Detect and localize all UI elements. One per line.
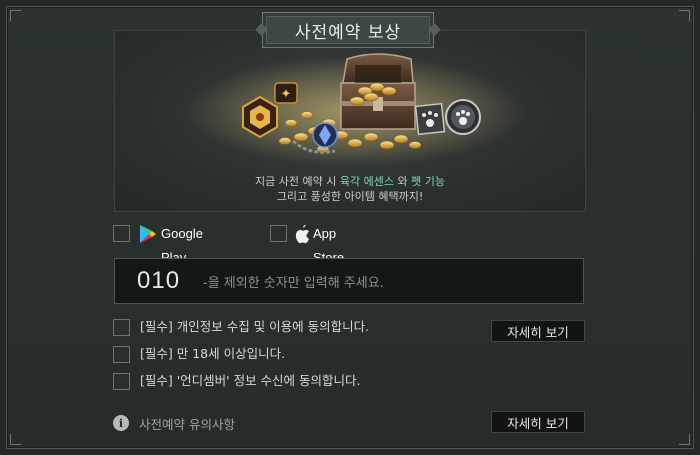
banner-text-line1: 지금 사전 예약 시 육각 에센스 와 펫 기능 [115,173,585,189]
banner-text: 와 [393,175,412,188]
phone-prefix: 010 [137,267,181,294]
pet-medal-icon [445,99,481,135]
banner-text-line2: 그리고 풍성한 아이템 혜택까지! [276,190,424,203]
notice-label: 사전예약 유의사항 [139,417,235,432]
reward-banner: ✦ 지금 사전 예약 시 육각 에센스 와 펫 기능 그리고 풍성한 아이템 혜… [114,30,586,212]
frame-corner [10,434,21,445]
agreement-privacy-checkbox[interactable] [113,319,130,336]
blue-crystal-icon [312,122,338,148]
agreement-marketing-label: [필수] '언디셈버' 정보 수신에 동의합니다. [140,373,361,388]
google-play-checkbox[interactable] [113,225,130,242]
notice-detail-button[interactable]: 자세히 보기 [491,411,585,433]
rune-icon: ✦ [274,82,298,104]
banner-highlight-pet: 펫 기능 [411,175,445,188]
google-play-icon [140,225,156,243]
agreement-privacy-label: [필수] 개인정보 수집 및 이용에 동의합니다. [140,319,370,334]
reward-illustration: ✦ [185,53,525,166]
agreement-age-checkbox[interactable] [113,346,130,363]
frame-corner [679,10,690,21]
apple-icon [295,224,309,244]
agreement-marketing-checkbox[interactable] [113,373,130,390]
agreement-age-label: [필수] 만 18세 이상입니다. [140,346,286,361]
app-store-checkbox[interactable] [270,225,287,242]
pet-paw-badge-icon [414,102,446,136]
info-icon: i [113,415,129,431]
dialog-title: 사전예약 보상 [294,22,402,43]
privacy-detail-button[interactable]: 자세히 보기 [491,320,585,342]
frame-corner [10,10,21,21]
title-plate: 사전예약 보상 [262,12,434,48]
treasure-chest-icon [340,53,416,130]
banner-text: 지금 사전 예약 시 [255,175,340,188]
hexagon-essence-icon [242,95,278,139]
svg-text:✦: ✦ [281,87,292,102]
phone-number-input[interactable] [201,271,575,295]
phone-number-field: 010 [114,258,584,304]
frame-corner [679,434,690,445]
banner-highlight-essence: 육각 에센스 [339,175,394,188]
